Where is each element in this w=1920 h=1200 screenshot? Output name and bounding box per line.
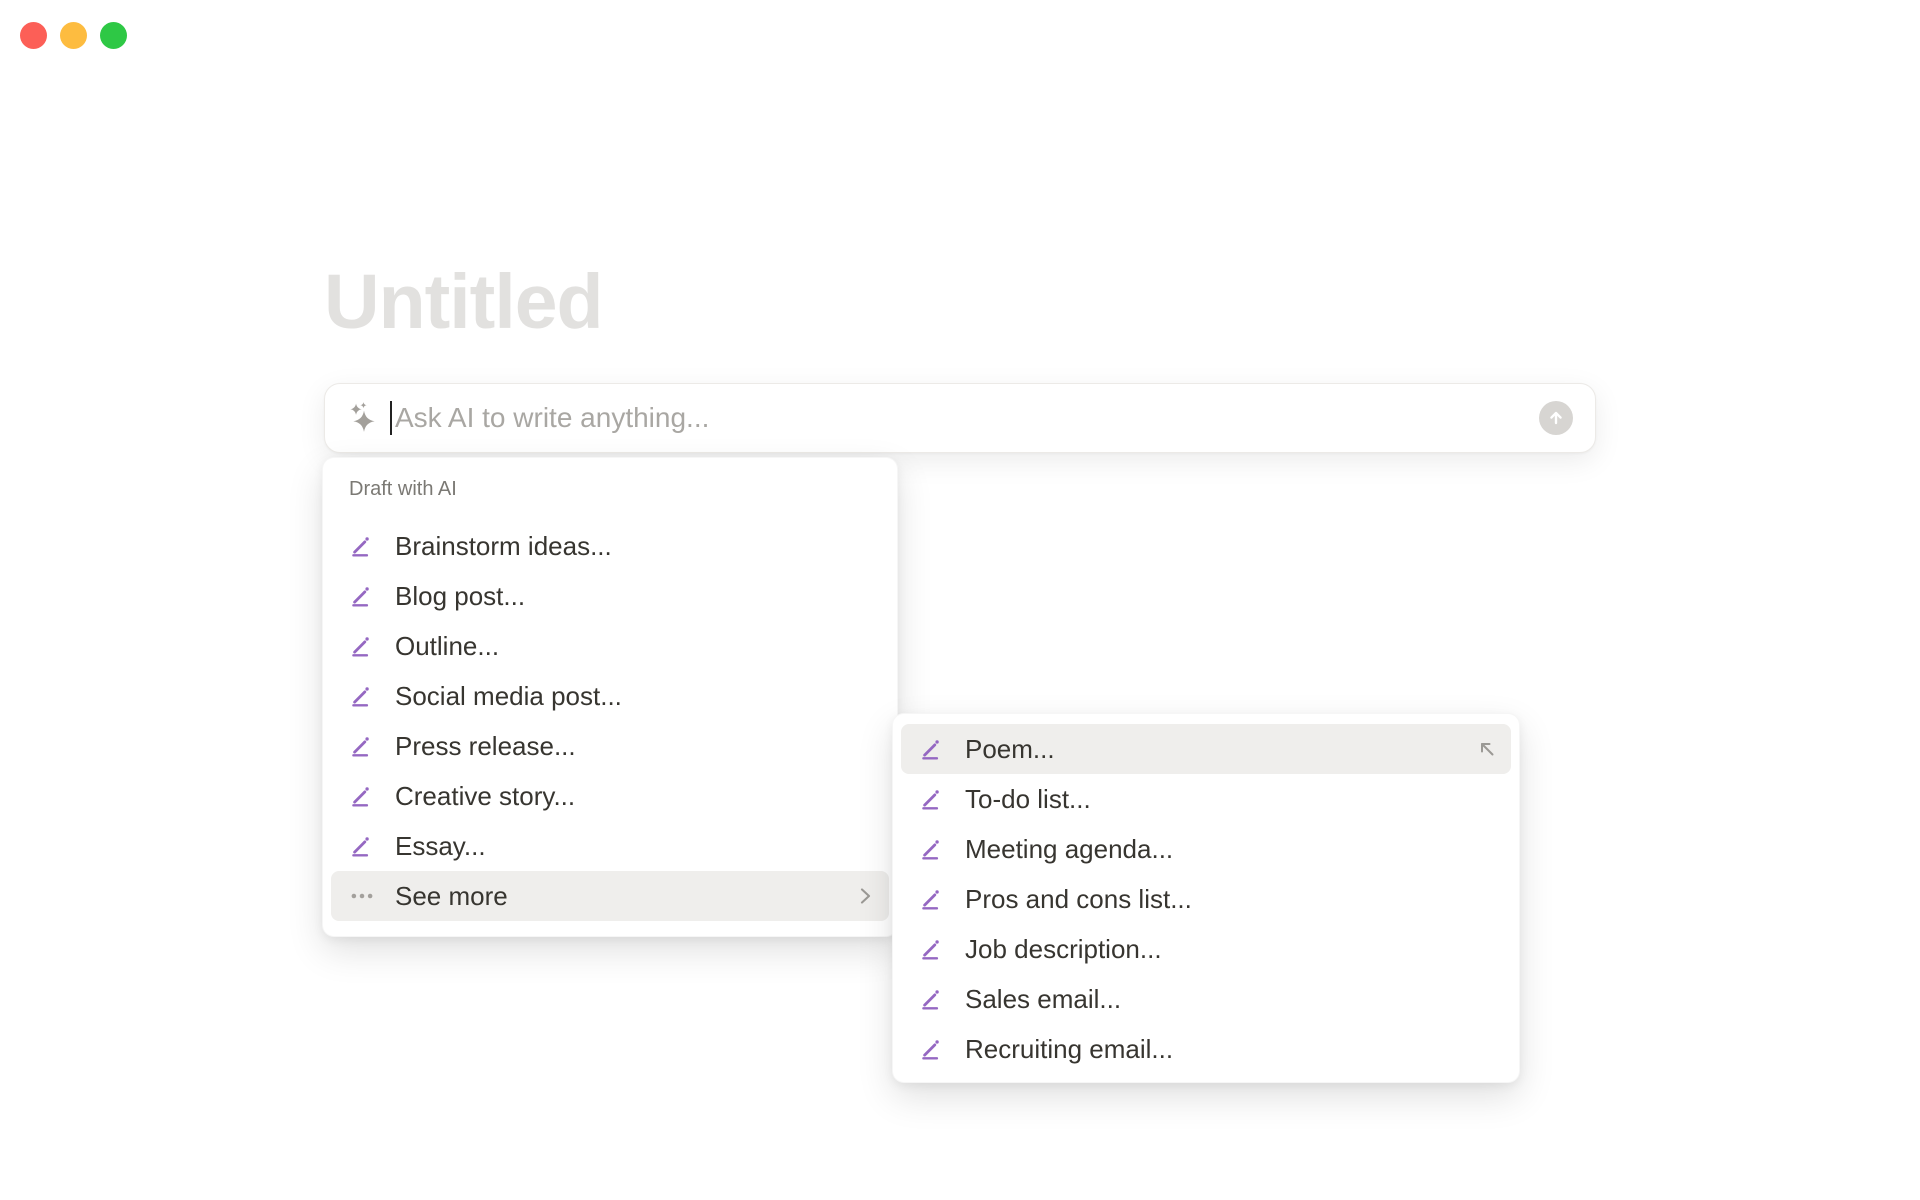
menu-item-creative-story[interactable]: Creative story... xyxy=(323,771,897,821)
menu-item-essay[interactable]: Essay... xyxy=(323,821,897,871)
menu-item-label: Recruiting email... xyxy=(965,1033,1174,1064)
submenu-item-pros-and-cons-list[interactable]: Pros and cons list... xyxy=(901,874,1511,924)
pencil-icon xyxy=(919,1036,945,1062)
minimize-window-button[interactable] xyxy=(60,22,87,49)
menu-item-label: Job description... xyxy=(965,933,1162,964)
pencil-icon xyxy=(349,583,375,609)
ai-input-placeholder[interactable]: Ask AI to write anything... xyxy=(395,402,1539,434)
menu-item-label: Sales email... xyxy=(965,983,1122,1014)
pencil-icon xyxy=(349,833,375,859)
zoom-window-button[interactable] xyxy=(100,22,127,49)
menu-item-label: Pros and cons list... xyxy=(965,883,1192,914)
submenu-item-to-do-list[interactable]: To-do list... xyxy=(901,774,1511,824)
submenu-item-recruiting-email[interactable]: Recruiting email... xyxy=(901,1024,1511,1074)
arrow-up-left-icon xyxy=(1475,737,1499,761)
submenu-item-meeting-agenda[interactable]: Meeting agenda... xyxy=(901,824,1511,874)
pencil-icon xyxy=(919,986,945,1012)
menu-item-social-media-post[interactable]: Social media post... xyxy=(323,671,897,721)
ai-input-bar[interactable]: Ask AI to write anything... xyxy=(324,383,1596,453)
ellipsis-icon xyxy=(349,883,375,909)
close-window-button[interactable] xyxy=(20,22,47,49)
pencil-icon xyxy=(919,786,945,812)
pencil-icon xyxy=(349,683,375,709)
window-controls xyxy=(20,22,127,49)
menu-item-label: See more xyxy=(395,880,508,911)
draft-with-ai-menu: Draft with AI Brainstorm ideas... Blog p… xyxy=(322,457,898,937)
text-cursor xyxy=(390,401,392,435)
submit-prompt-button[interactable] xyxy=(1539,401,1573,435)
draft-menu-list: Brainstorm ideas... Blog post... Outline… xyxy=(323,521,897,921)
menu-item-label: Blog post... xyxy=(395,580,526,611)
menu-item-label: Social media post... xyxy=(395,680,622,711)
menu-item-brainstorm-ideas[interactable]: Brainstorm ideas... xyxy=(323,521,897,571)
menu-item-label: Essay... xyxy=(395,830,486,861)
submenu-item-job-description[interactable]: Job description... xyxy=(901,924,1511,974)
menu-item-label: To-do list... xyxy=(965,783,1091,814)
ai-sparkle-icon xyxy=(347,401,381,435)
pencil-icon xyxy=(349,533,375,559)
see-more-submenu: Poem... To-do list... Meeting agenda... … xyxy=(892,713,1520,1083)
menu-section-header: Draft with AI xyxy=(349,478,457,500)
menu-item-press-release[interactable]: Press release... xyxy=(323,721,897,771)
menu-item-label: Press release... xyxy=(395,730,576,761)
pencil-icon xyxy=(919,736,945,762)
pencil-icon xyxy=(919,936,945,962)
page-title[interactable]: Untitled xyxy=(324,264,604,341)
app-window: Untitled Ask AI to write anything... Dra… xyxy=(0,0,1920,1200)
menu-item-label: Creative story... xyxy=(395,780,576,811)
submenu-item-poem[interactable]: Poem... xyxy=(901,724,1511,774)
menu-item-label: Meeting agenda... xyxy=(965,833,1174,864)
submenu-item-sales-email[interactable]: Sales email... xyxy=(901,974,1511,1024)
menu-item-label: Poem... xyxy=(965,733,1055,764)
menu-item-outline[interactable]: Outline... xyxy=(323,621,897,671)
pencil-icon xyxy=(349,733,375,759)
menu-item-blog-post[interactable]: Blog post... xyxy=(323,571,897,621)
menu-item-label: Outline... xyxy=(395,630,500,661)
menu-item-see-more[interactable]: See more xyxy=(331,871,889,921)
menu-item-label: Brainstorm ideas... xyxy=(395,530,612,561)
pencil-icon xyxy=(349,783,375,809)
pencil-icon xyxy=(349,633,375,659)
pencil-icon xyxy=(919,886,945,912)
pencil-icon xyxy=(919,836,945,862)
chevron-right-icon xyxy=(853,884,877,908)
arrow-up-icon xyxy=(1545,407,1567,429)
